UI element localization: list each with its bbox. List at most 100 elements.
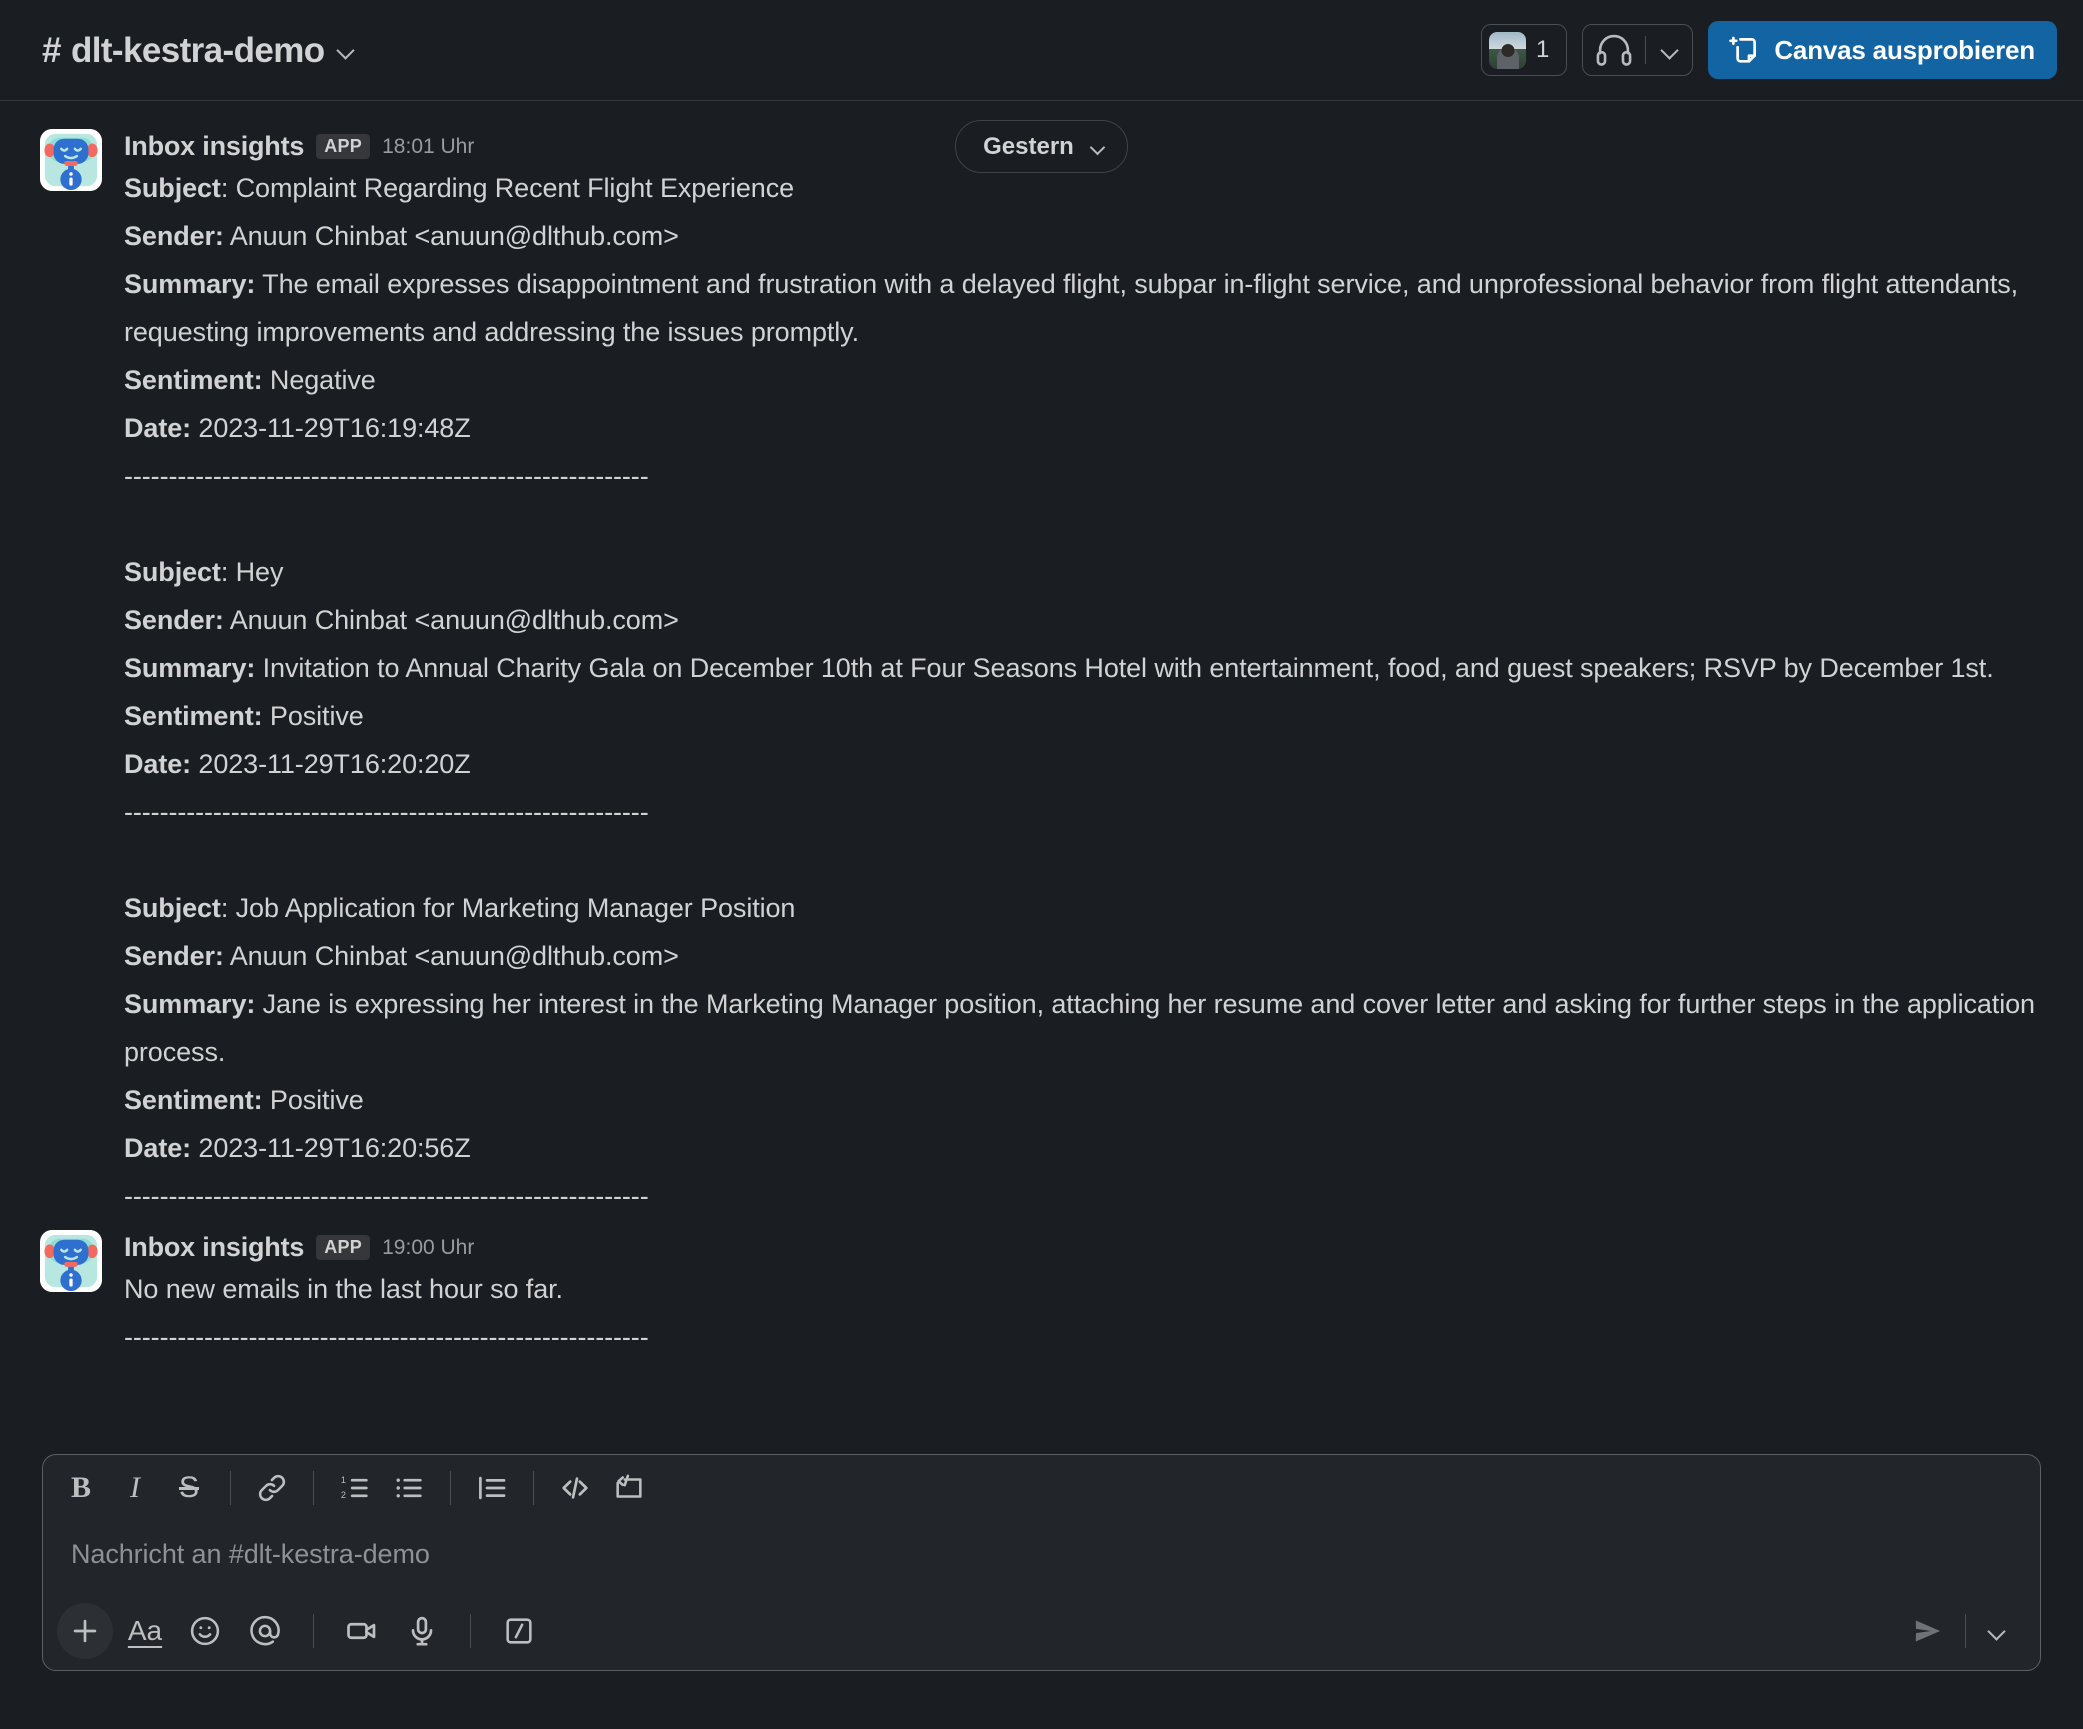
chevron-down-icon — [1090, 139, 1106, 155]
channel-header: # dlt-kestra-demo 1 — [0, 0, 2083, 101]
message-field-key: Summary: — [124, 653, 255, 683]
members-button[interactable]: 1 — [1481, 24, 1567, 76]
message-field-value: Complaint Regarding Recent Flight Experi… — [236, 173, 794, 203]
divider — [470, 1614, 471, 1648]
message-author[interactable]: Inbox insights — [124, 1232, 304, 1263]
message-field-key: Date: — [124, 749, 191, 779]
message-field-key: Subject — [124, 173, 221, 203]
blockquote-button[interactable] — [466, 1463, 518, 1513]
message-field-line: Sentiment: Negative — [124, 356, 2043, 404]
date-divider-button[interactable]: Gestern — [955, 120, 1128, 173]
huddle-button[interactable] — [1583, 25, 1645, 75]
message-field-key: Subject — [124, 893, 221, 923]
plus-icon — [68, 1614, 102, 1648]
message-separator: ----------------------------------------… — [124, 788, 2043, 836]
message-field-value: Positive — [270, 701, 364, 731]
message-field-value: Anuun Chinbat <anuun@dlthub.com> — [230, 605, 679, 635]
message-field-key: Summary: — [124, 989, 255, 1019]
message-field-key: Summary: — [124, 269, 255, 299]
message-blank-line — [124, 500, 2043, 548]
avatar[interactable] — [40, 129, 102, 191]
bot-avatar-icon — [40, 129, 102, 191]
message-separator: ----------------------------------------… — [124, 1172, 2043, 1220]
message-field-value: Negative — [270, 365, 376, 395]
emoji-button[interactable] — [177, 1603, 233, 1659]
message-field-line: Summary: Invitation to Annual Charity Ga… — [124, 644, 2043, 692]
headphones-icon — [1594, 33, 1634, 67]
message-author[interactable]: Inbox insights — [124, 131, 304, 162]
mention-button[interactable] — [237, 1603, 293, 1659]
message-field-key: Sender: — [124, 605, 224, 635]
message-field-value: 2023-11-29T16:20:56Z — [198, 1133, 470, 1163]
audio-clip-button[interactable] — [394, 1603, 450, 1659]
message-field-value: Invitation to Annual Charity Gala on Dec… — [263, 653, 1994, 683]
message-timestamp[interactable]: 18:01 Uhr — [382, 135, 474, 159]
strikethrough-button[interactable]: S — [163, 1463, 215, 1513]
ordered-list-button[interactable]: 1 2 — [329, 1463, 381, 1513]
add-attachment-button[interactable] — [57, 1603, 113, 1659]
send-options-button[interactable] — [1974, 1603, 2018, 1659]
message-timestamp[interactable]: 19:00 Uhr — [382, 1236, 474, 1260]
divider — [533, 1471, 534, 1505]
italic-button[interactable]: I — [109, 1463, 161, 1513]
format-text-button[interactable]: Aa — [117, 1603, 173, 1659]
mention-icon — [247, 1613, 283, 1649]
link-icon — [255, 1471, 289, 1505]
message-field-line: Date: 2023-11-29T16:20:56Z — [124, 1124, 2043, 1172]
channel-title-button[interactable]: # dlt-kestra-demo — [38, 27, 367, 74]
page-title: dlt-kestra-demo — [71, 33, 325, 68]
divider — [230, 1471, 231, 1505]
svg-text:1: 1 — [341, 1475, 346, 1485]
message-field-key: Subject — [124, 557, 221, 587]
italic-icon: I — [130, 1473, 140, 1503]
bold-button[interactable]: B — [55, 1463, 107, 1513]
message-separator: ----------------------------------------… — [124, 452, 2043, 500]
send-button[interactable] — [1899, 1603, 1957, 1659]
app-badge: APP — [316, 1235, 370, 1260]
chevron-down-icon — [1988, 1622, 2006, 1640]
chevron-down-icon — [337, 41, 355, 59]
app-badge: APP — [316, 134, 370, 159]
message-input[interactable]: Nachricht an #dlt-kestra-demo — [43, 1521, 2040, 1592]
message-field-value: Anuun Chinbat <anuun@dlthub.com> — [230, 221, 679, 251]
header-actions: 1 — [1481, 21, 2057, 79]
canvas-plus-icon — [1727, 33, 1761, 67]
send-icon — [1910, 1614, 1946, 1648]
message-meta: Inbox insights APP 19:00 Uhr — [124, 1232, 2043, 1263]
message-field-line: Date: 2023-11-29T16:20:20Z — [124, 740, 2043, 788]
video-clip-button[interactable] — [334, 1603, 390, 1659]
composer-actions-toolbar: Aa — [43, 1592, 2040, 1670]
message-field-line: Sentiment: Positive — [124, 1076, 2043, 1124]
divider — [450, 1471, 451, 1505]
message-field-line: Sender: Anuun Chinbat <anuun@dlthub.com> — [124, 932, 2043, 980]
code-button[interactable] — [549, 1463, 601, 1513]
huddle-options-button[interactable] — [1646, 25, 1692, 75]
bot-avatar-icon — [40, 1230, 102, 1292]
message-field-line: Sender: Anuun Chinbat <anuun@dlthub.com> — [124, 596, 2043, 644]
message-field-line: Subject: Hey — [124, 548, 2043, 596]
avatar[interactable] — [40, 1230, 102, 1292]
bulleted-list-button[interactable] — [383, 1463, 435, 1513]
message-field-value: Hey — [236, 557, 284, 587]
divider — [313, 1614, 314, 1648]
message-separator: ----------------------------------------… — [124, 1313, 2043, 1361]
slash-command-button[interactable] — [491, 1603, 547, 1659]
message-field-value: Job Application for Marketing Manager Po… — [236, 893, 796, 923]
message-field-line: Sender: Anuun Chinbat <anuun@dlthub.com> — [124, 212, 2043, 260]
message-field-key: Sentiment: — [124, 701, 263, 731]
message-field-key: Date: — [124, 1133, 191, 1163]
code-block-icon — [612, 1471, 646, 1505]
huddle-controls — [1582, 24, 1693, 76]
message-field-key: Sender: — [124, 941, 224, 971]
format-text-icon: Aa — [128, 1617, 162, 1645]
message-field-line: Date: 2023-11-29T16:19:48Z — [124, 404, 2043, 452]
slash-command-icon — [502, 1614, 536, 1648]
code-block-button[interactable] — [603, 1463, 655, 1513]
bold-icon: B — [71, 1473, 91, 1503]
link-button[interactable] — [246, 1463, 298, 1513]
message-field-line: Subject: Job Application for Marketing M… — [124, 884, 2043, 932]
svg-text:2: 2 — [341, 1490, 346, 1500]
canvas-button[interactable]: Canvas ausprobieren — [1708, 21, 2057, 79]
message-field-key: Sentiment: — [124, 1085, 263, 1115]
hash-icon: # — [42, 33, 61, 68]
